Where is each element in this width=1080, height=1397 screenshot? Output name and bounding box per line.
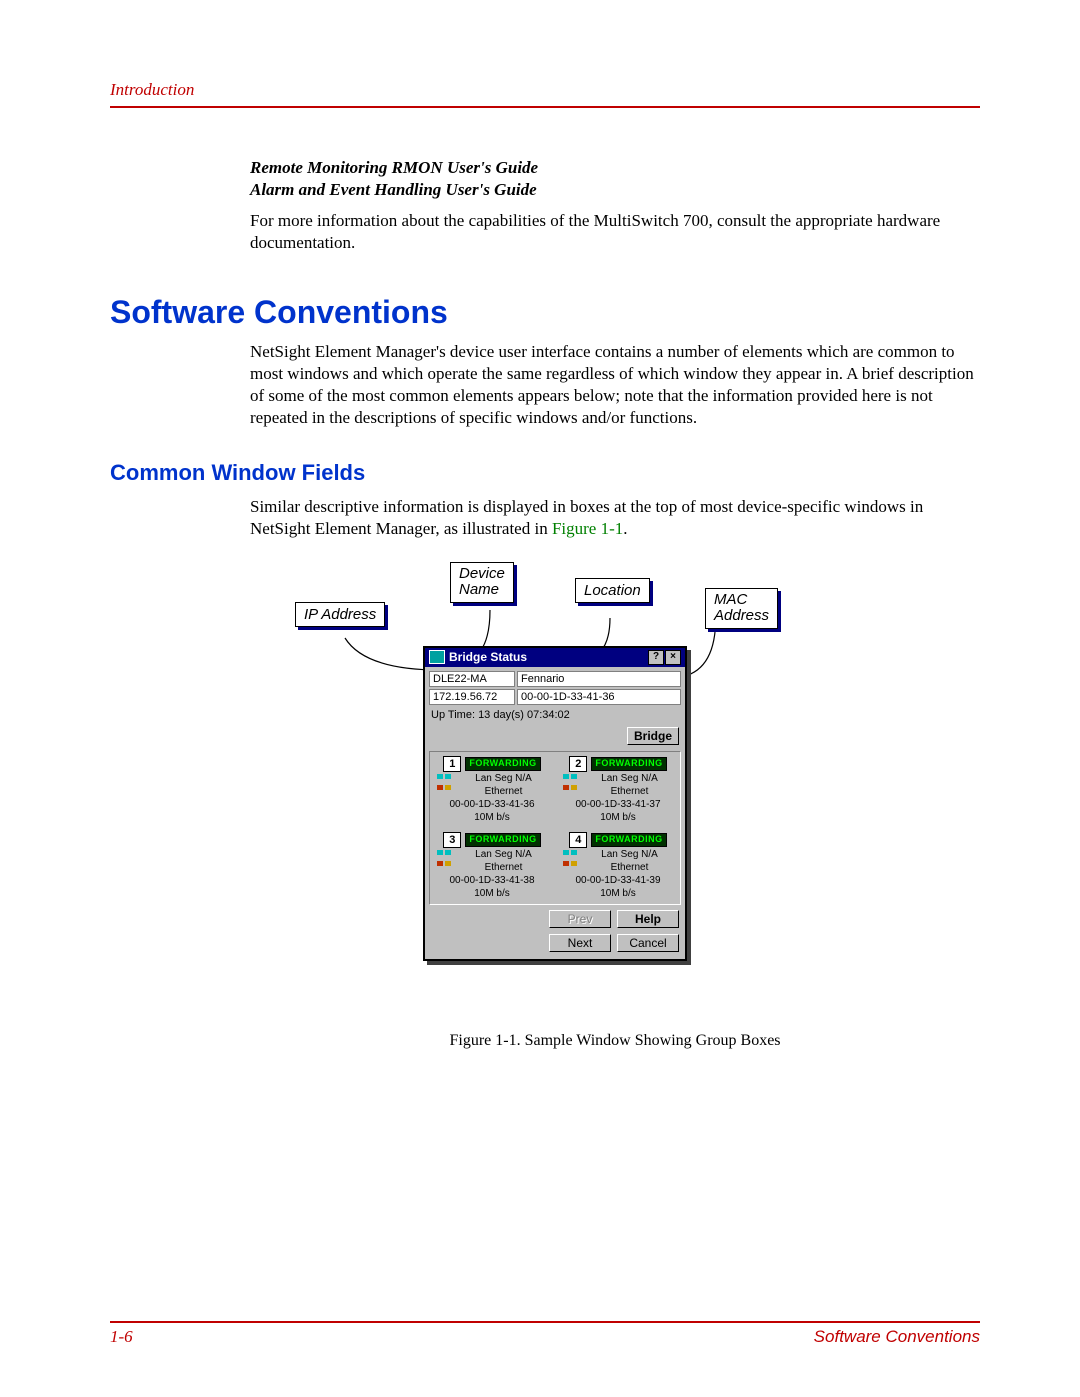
port-number: 1	[443, 756, 461, 772]
port-type: Ethernet	[457, 861, 550, 874]
heading-software-conventions: Software Conventions	[110, 294, 980, 331]
callout-ip-address: IP Address	[295, 602, 385, 627]
port-type: Ethernet	[583, 861, 676, 874]
port-speed: 10M b/s	[434, 887, 550, 900]
port-icon	[560, 774, 580, 790]
port-number: 2	[569, 756, 587, 772]
port-speed: 10M b/s	[560, 811, 676, 824]
window-title: Bridge Status	[449, 650, 527, 664]
port-mac: 00-00-1D-33-41-38	[434, 874, 550, 887]
port-icon	[560, 850, 580, 866]
figure-caption: Figure 1-1. Sample Window Showing Group …	[250, 1032, 980, 1050]
port-seg: Lan Seg N/A	[583, 848, 676, 861]
port-state: FORWARDING	[591, 757, 666, 771]
uptime-field: Up Time: 13 day(s) 07:34:02	[429, 707, 681, 725]
cf-para-b: .	[623, 519, 627, 538]
port-mac: 00-00-1D-33-41-36	[434, 798, 550, 811]
help-icon[interactable]: ?	[648, 650, 664, 665]
prev-button[interactable]: Prev	[549, 910, 611, 928]
port-mac: 00-00-1D-33-41-37	[560, 798, 676, 811]
close-icon[interactable]: ×	[665, 650, 681, 665]
port-state: FORWARDING	[465, 757, 540, 771]
port-seg: Lan Seg N/A	[457, 848, 550, 861]
figure-link[interactable]: Figure 1-1	[552, 519, 623, 538]
port-1[interactable]: 1 FORWARDINGLan Seg N/AEthernet00-00-1D-3…	[434, 756, 550, 824]
window-titlebar[interactable]: Bridge Status ? ×	[425, 648, 685, 667]
port-seg: Lan Seg N/A	[457, 772, 550, 785]
port-mac: 00-00-1D-33-41-39	[560, 874, 676, 887]
ip-address-field: 172.19.56.72	[429, 689, 515, 705]
ports-frame: 1FORWARDINGLan Seg N/AEthernet00-00-1D-3…	[429, 751, 681, 906]
device-name-field: DLE22-MA	[429, 671, 515, 687]
common-fields-paragraph: Similar descriptive information is displ…	[250, 496, 980, 540]
port-number: 3	[443, 832, 461, 848]
footer-page-number: 1-6	[110, 1327, 133, 1346]
mac-address-field: 00-00-1D-33-41-36	[517, 689, 681, 705]
heading-common-window-fields: Common Window Fields	[110, 460, 980, 486]
window-icon	[429, 650, 445, 664]
page-header: Introduction	[110, 80, 980, 108]
software-conventions-paragraph: NetSight Element Manager's device user i…	[250, 341, 980, 429]
callout-mac-address: MACAddress	[705, 588, 778, 629]
port-3[interactable]: 3 FORWARDINGLan Seg N/AEthernet00-00-1D-3…	[434, 832, 550, 900]
port-4[interactable]: 4 FORWARDINGLan Seg N/AEthernet00-00-1D-3…	[560, 832, 676, 900]
bridge-status-window: Bridge Status ? × DLE22-MA Fennario 172.…	[423, 646, 687, 962]
footer-section: Software Conventions	[814, 1327, 980, 1347]
port-type: Ethernet	[457, 785, 550, 798]
guide-alarm: Alarm and Event Handling User's Guide	[250, 180, 980, 200]
port-speed: 10M b/s	[434, 811, 550, 824]
port-state: FORWARDING	[591, 833, 666, 847]
next-button[interactable]: Next	[549, 934, 611, 952]
page-footer: 1-6 Software Conventions	[110, 1321, 980, 1347]
guide-rmon: Remote Monitoring RMON User's Guide	[250, 158, 980, 178]
port-icon	[434, 774, 454, 790]
port-seg: Lan Seg N/A	[583, 772, 676, 785]
figure-1-1: IP Address DeviceName Location MACAddres…	[335, 560, 895, 1020]
help-button[interactable]: Help	[617, 910, 679, 928]
header-section: Introduction	[110, 80, 194, 99]
port-type: Ethernet	[583, 785, 676, 798]
port-state: FORWARDING	[465, 833, 540, 847]
port-speed: 10M b/s	[560, 887, 676, 900]
intro-paragraph: For more information about the capabilit…	[250, 210, 980, 254]
callout-device-name: DeviceName	[450, 562, 514, 603]
port-2[interactable]: 2 FORWARDINGLan Seg N/AEthernet00-00-1D-3…	[560, 756, 676, 824]
bridge-button[interactable]: Bridge	[627, 727, 679, 745]
location-field: Fennario	[517, 671, 681, 687]
callout-location: Location	[575, 578, 650, 603]
cancel-button[interactable]: Cancel	[617, 934, 679, 952]
port-icon	[434, 850, 454, 866]
port-number: 4	[569, 832, 587, 848]
